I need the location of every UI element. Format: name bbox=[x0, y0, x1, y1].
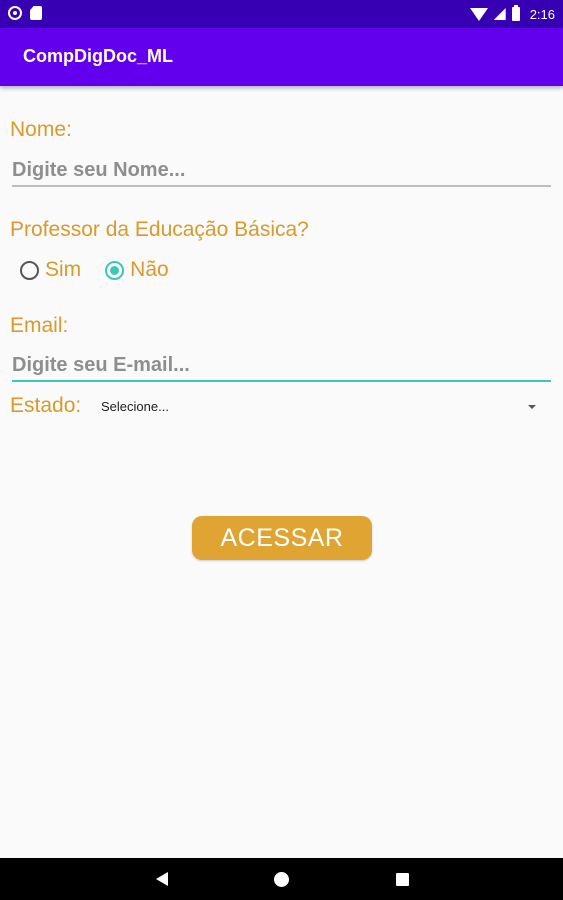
estado-selected-value: Selecione... bbox=[101, 399, 169, 414]
radio-sim[interactable]: Sim bbox=[20, 258, 81, 282]
radio-nao[interactable]: Não bbox=[105, 258, 169, 282]
back-icon[interactable] bbox=[156, 872, 168, 886]
recent-apps-icon[interactable] bbox=[396, 873, 409, 886]
acessar-button[interactable]: ACESSAR bbox=[192, 516, 372, 560]
status-bar: 2:16 bbox=[0, 0, 563, 28]
radio-nao-label[interactable]: Não bbox=[130, 258, 169, 282]
status-left-icons bbox=[8, 6, 42, 20]
professor-radio-group: Sim Não bbox=[20, 258, 193, 282]
home-icon[interactable] bbox=[274, 872, 289, 887]
nome-label: Nome: bbox=[10, 118, 72, 141]
navigation-bar bbox=[0, 858, 563, 900]
radio-sim-label[interactable]: Sim bbox=[45, 258, 81, 282]
sd-card-icon bbox=[30, 6, 42, 20]
status-time: 2:16 bbox=[529, 6, 555, 22]
app-bar: CompDigDoc_ML bbox=[0, 28, 563, 86]
radio-nao-circle[interactable] bbox=[105, 260, 125, 280]
status-right-icons: 2:16 bbox=[469, 4, 555, 24]
email-underline bbox=[12, 380, 551, 382]
estado-label: Estado: bbox=[10, 394, 82, 417]
signal-icon bbox=[493, 8, 506, 20]
app-title: CompDigDoc_ML bbox=[23, 46, 173, 66]
professor-question-label: Professor da Educação Básica? bbox=[10, 218, 309, 241]
email-label: Email: bbox=[10, 314, 69, 337]
battery-icon bbox=[511, 5, 520, 21]
dropdown-arrow-icon bbox=[528, 405, 536, 409]
wifi-icon bbox=[469, 7, 488, 21]
notification-icon bbox=[8, 6, 22, 20]
nome-underline bbox=[12, 185, 551, 187]
estado-spinner[interactable]: Selecione... bbox=[98, 396, 546, 420]
radio-sim-circle[interactable] bbox=[20, 260, 39, 280]
